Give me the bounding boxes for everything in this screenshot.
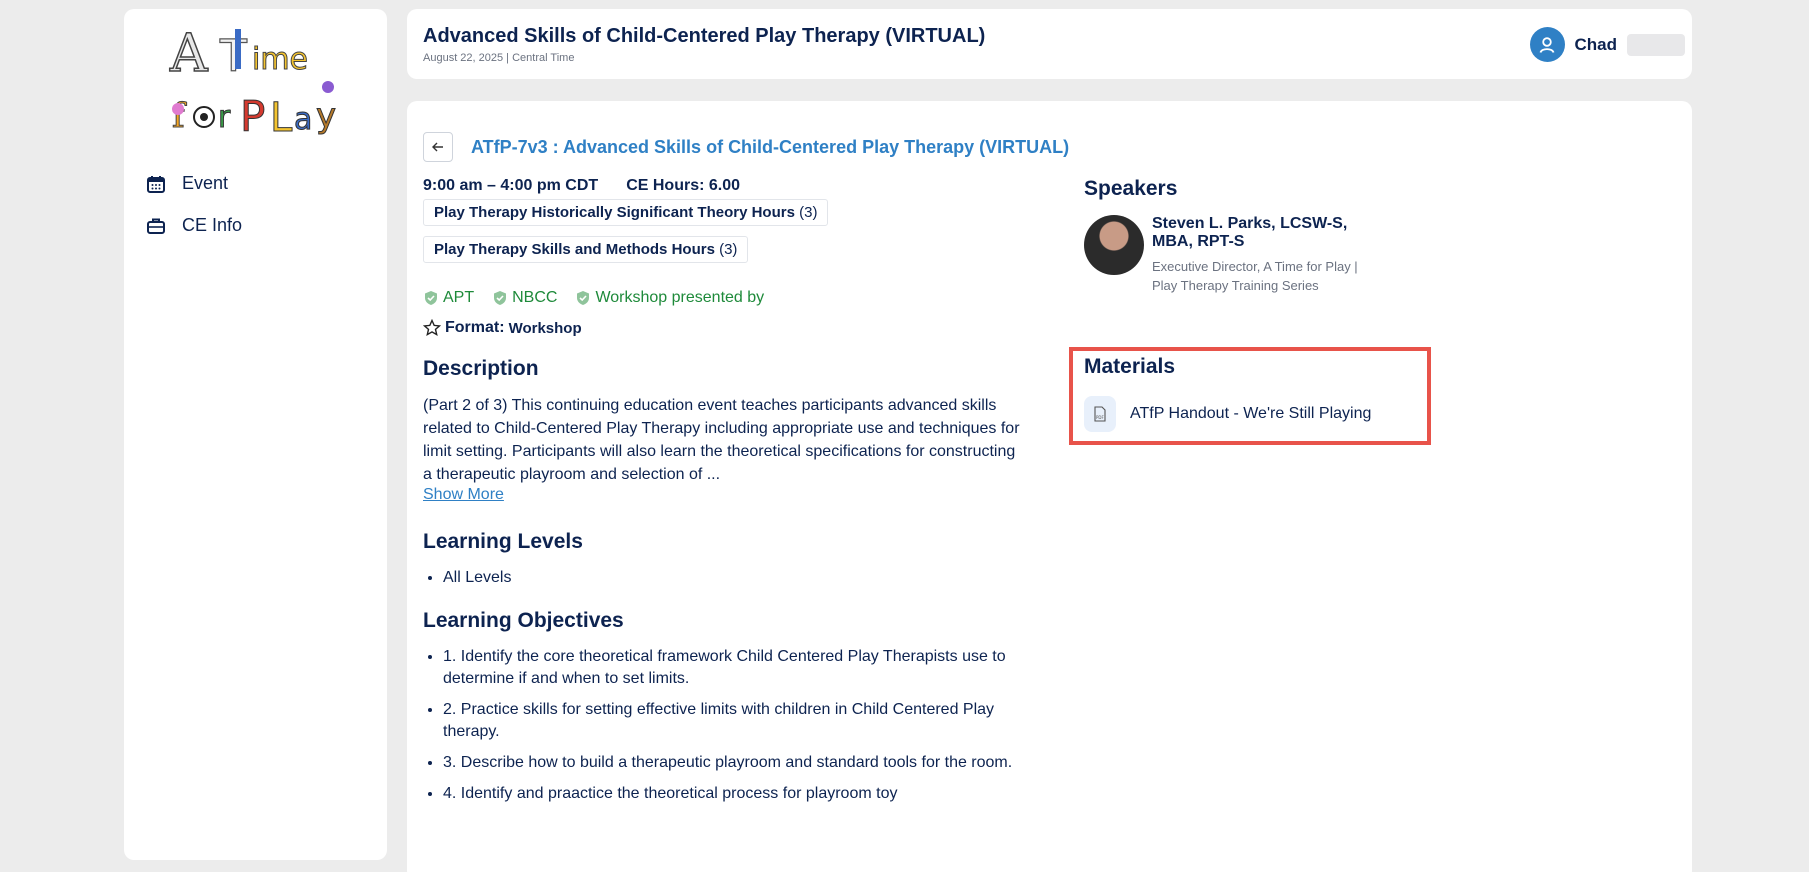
list-item: 4. Identify and praactice the theoretica…: [443, 783, 1023, 805]
speaker-name: Steven L. Parks, LCSW-S, MBA, RPT-S: [1152, 215, 1348, 250]
calendar-icon: [147, 175, 165, 193]
list-item: 1. Identify the core theoretical framewo…: [443, 646, 1023, 690]
avatar[interactable]: [1529, 27, 1565, 62]
format-label: Format:: [445, 319, 505, 336]
sidebar-item-label: Event: [182, 173, 229, 193]
logo[interactable]: A T ime f r P L a y: [166, 23, 346, 141]
approval-badge: NBCC: [492, 289, 557, 307]
svg-text:a: a: [294, 102, 312, 137]
sidebar-item-ce-info[interactable]: CE Info: [146, 215, 242, 236]
svg-text:T: T: [219, 31, 247, 82]
material-item[interactable]: PDF ATfP Handout - We're Still Playing: [1084, 396, 1371, 432]
material-link[interactable]: ATfP Handout - We're Still Playing: [1130, 405, 1371, 423]
briefcase-icon: [147, 218, 165, 234]
approval-badge: Workshop presented by: [575, 289, 764, 307]
svg-text:A: A: [169, 24, 209, 84]
speakers-section: Speakers Steven L. Parks, LCSW-S, MBA, R…: [1084, 177, 1464, 295]
approval-badges: APT NBCC Workshop presented by: [423, 289, 1023, 307]
user-menu[interactable]: Chad: [1529, 27, 1685, 62]
description-heading: Description: [423, 357, 539, 380]
tag-count: (3): [719, 241, 738, 258]
list-item: 3. Describe how to build a therapeutic p…: [443, 752, 1023, 774]
svg-text:f: f: [172, 96, 187, 136]
svg-text:y: y: [316, 96, 336, 136]
speakers-heading: Speakers: [1084, 177, 1178, 200]
badge-label: Workshop presented by: [595, 289, 765, 306]
ce-hours: CE Hours: 6.00: [626, 177, 740, 194]
pdf-file-icon: PDF: [1084, 396, 1116, 432]
list-item: 2. Practice skills for setting effective…: [443, 699, 1023, 743]
tag-label: Play Therapy Historically Significant Th…: [434, 204, 795, 221]
event-info-column: 9:00 am – 4:00 pm CDT CE Hours: 6.00 Pla…: [423, 177, 1023, 814]
description-text: (Part 2 of 3) This continuing education …: [423, 397, 1020, 483]
star-icon: [423, 319, 441, 337]
header-bar: Advanced Skills of Child-Centered Play T…: [407, 9, 1692, 79]
learning-objectives-heading: Learning Objectives: [423, 609, 624, 632]
ce-category-tag: Play Therapy Historically Significant Th…: [423, 199, 829, 226]
show-more-link[interactable]: Show More: [423, 486, 1023, 504]
materials-heading: Materials: [1084, 355, 1176, 378]
user-name: Chad: [1574, 34, 1618, 54]
shield-check-icon: [577, 291, 590, 305]
tag-label: Play Therapy Skills and Methods Hours: [434, 241, 715, 258]
learning-levels-list: All Levels: [423, 567, 1023, 589]
speaker-photo: [1084, 215, 1144, 275]
event-times: 9:00 am – 4:00 pm CDT CE Hours: 6.00: [423, 177, 1023, 195]
svg-text:P: P: [240, 92, 265, 139]
learning-levels-heading: Learning Levels: [423, 530, 583, 553]
list-item: All Levels: [443, 567, 1023, 589]
svg-text:PDF: PDF: [1096, 415, 1104, 420]
speaker-role: Executive Director, A Time for Play | Pl…: [1152, 259, 1358, 293]
format-value: Workshop: [508, 319, 582, 337]
sidebar: A T ime f r P L a y Event CE Info: [124, 9, 387, 860]
event-format: Format: Workshop: [423, 319, 1023, 337]
svg-text:r: r: [218, 100, 231, 135]
shield-check-icon: [494, 291, 507, 305]
arrow-left-icon: [432, 142, 443, 152]
logo-image: A T ime f r P L a y: [168, 23, 336, 141]
svg-text:ime: ime: [252, 42, 308, 77]
sidebar-item-event[interactable]: Event: [146, 173, 228, 194]
page-subtitle: August 22, 2025 | Central Time: [423, 52, 575, 64]
svg-text:L: L: [270, 95, 293, 139]
approval-badge: APT: [423, 289, 474, 307]
badge-label: APT: [443, 289, 475, 306]
back-button[interactable]: [423, 132, 453, 162]
tag-count: (3): [799, 204, 818, 221]
ce-category-tag: Play Therapy Skills and Methods Hours (3…: [423, 236, 749, 263]
event-title: ATfP-7v3 : Advanced Skills of Child-Cent…: [471, 137, 1070, 157]
badge-label: NBCC: [512, 289, 558, 306]
user-icon: [1539, 36, 1555, 53]
event-time: 9:00 am – 4:00 pm CDT: [423, 177, 599, 194]
shield-check-icon: [425, 291, 437, 305]
learning-objectives-list: 1. Identify the core theoretical framewo…: [423, 646, 1023, 805]
pdf-file-glyph: PDF: [1094, 406, 1106, 422]
event-detail-panel: ATfP-7v3 : Advanced Skills of Child-Cent…: [407, 101, 1692, 872]
sidebar-item-label: CE Info: [182, 215, 243, 235]
redacted-surname: [1627, 33, 1685, 56]
speaker-card[interactable]: Steven L. Parks, LCSW-S, MBA, RPT-S Exec…: [1084, 215, 1464, 295]
page-title: Advanced Skills of Child-Centered Play T…: [423, 25, 986, 47]
